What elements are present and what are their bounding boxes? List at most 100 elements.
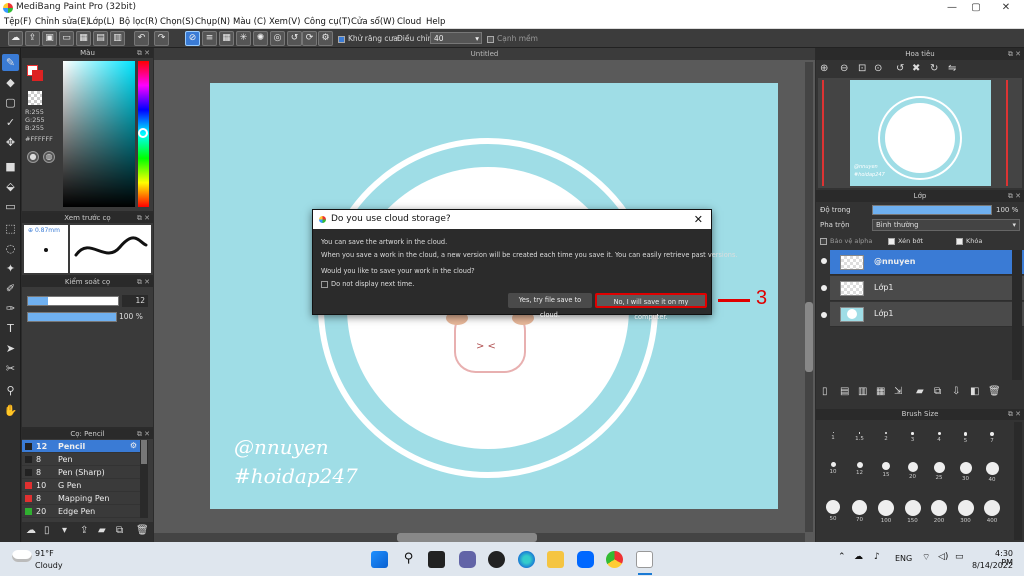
palette-icon[interactable]: ● — [27, 151, 39, 163]
layer-row[interactable]: Lớp1 — [830, 276, 1024, 301]
canvas-hscrollbar[interactable] — [154, 533, 805, 542]
brush-size-option[interactable]: 25 — [926, 462, 952, 481]
menu-edit[interactable]: Chỉnh sửa(E) — [35, 17, 89, 27]
cross-snap-icon[interactable]: ▦ — [219, 31, 234, 46]
brush-size-option[interactable]: 4 — [926, 432, 952, 443]
text-tool-icon[interactable]: T — [2, 320, 19, 337]
canvas-vscrollbar[interactable] — [805, 62, 813, 532]
actual-size-icon[interactable]: ⊙ — [874, 63, 882, 74]
brush-tool-icon[interactable]: ✎ — [2, 54, 19, 71]
brush-item-pen[interactable]: 8 Pen — [22, 453, 140, 466]
magic-wand-icon[interactable]: ✦ — [2, 260, 19, 277]
brush-size-option[interactable]: 15 — [873, 462, 899, 478]
rect-select-icon[interactable]: ▢ — [2, 94, 19, 111]
scrollbar-thumb[interactable] — [805, 302, 813, 372]
transparent-swatch[interactable] — [28, 91, 42, 105]
folder-icon[interactable]: ▰ — [98, 525, 106, 536]
no-snap-icon[interactable]: ⊘ — [185, 31, 200, 46]
panel-close-icon[interactable]: ⧉ ✕ — [137, 213, 150, 223]
brush-item-pen-sharp[interactable]: 8 Pen (Sharp) — [22, 466, 140, 479]
copy-brush-icon[interactable]: ⧉ — [116, 525, 123, 536]
medibang-icon[interactable] — [636, 551, 653, 568]
secondary-color-swatch[interactable] — [32, 70, 43, 81]
brush-size-option[interactable]: 10 — [820, 462, 846, 475]
clock-date[interactable]: 8/14/2022 — [971, 561, 1013, 570]
battery-icon[interactable]: ▭ — [955, 552, 964, 562]
cloud-brush-icon[interactable]: ☁ — [26, 525, 36, 536]
smooth-checkbox[interactable]: Cạnh mềm — [487, 34, 538, 43]
layer-scrollbar[interactable] — [1012, 250, 1022, 380]
select-eraser-icon[interactable]: ✑ — [2, 300, 19, 317]
scrollbar-thumb[interactable] — [397, 533, 537, 542]
gradient-tool-icon[interactable]: ▭ — [2, 198, 19, 215]
panel-close-icon[interactable]: ⧉ ✕ — [1008, 190, 1021, 202]
brush-item-pencil[interactable]: 12 Pencil ⚙ — [22, 440, 140, 453]
fit-icon[interactable]: ⊡ — [858, 63, 866, 74]
duplicate-layer-icon[interactable]: ⧉ — [934, 386, 941, 397]
hue-handle[interactable] — [138, 128, 148, 138]
mic-icon[interactable]: ♪ — [874, 552, 880, 562]
brush-size-slider[interactable] — [27, 296, 119, 306]
wifi-icon[interactable]: ⌔ — [922, 552, 930, 563]
save-icon[interactable]: ▣ — [42, 31, 57, 46]
panel-close-icon[interactable]: ⧉ ✕ — [137, 429, 150, 439]
rotate-left-icon[interactable]: ↺ — [896, 63, 904, 74]
hand-tool-icon[interactable]: ✋ — [2, 402, 19, 419]
brush-size-option[interactable]: 100 — [873, 500, 899, 524]
clip-checkbox[interactable]: Xén bớt — [888, 237, 923, 245]
brush-item-g-pen[interactable]: 10 G Pen — [22, 479, 140, 492]
document-tab[interactable]: Untitled — [154, 48, 815, 60]
layer-opacity-slider[interactable] — [872, 205, 992, 215]
layer-row[interactable]: @nnuyen ⚙ — [830, 250, 1024, 275]
do-not-display-checkbox[interactable]: Do not display next time. — [321, 280, 414, 288]
rotate-right-icon[interactable]: ↻ — [930, 63, 938, 74]
select-pen-icon[interactable]: ✐ — [2, 280, 19, 297]
parallel-snap-icon[interactable]: ≡ — [202, 31, 217, 46]
rotate-snap-icon[interactable]: ⟳ — [302, 31, 317, 46]
lock-checkbox[interactable]: Khóa — [956, 237, 982, 245]
brush-item-edge-pen[interactable]: 20 Edge Pen — [22, 505, 140, 518]
curve-snap-icon[interactable]: ↺ — [287, 31, 302, 46]
brush-size-option[interactable]: 50 — [820, 500, 846, 522]
menu-help[interactable]: Help — [426, 17, 445, 27]
flip-icon[interactable]: ⇋ — [948, 63, 956, 74]
brush-size-value[interactable]: 12 — [122, 295, 148, 307]
window-icon[interactable]: ▥ — [110, 31, 125, 46]
cloud-icon[interactable]: ☁ — [8, 31, 23, 46]
menu-color[interactable]: Màu (C) — [233, 17, 266, 27]
menu-file[interactable]: Tệp(F) — [4, 17, 31, 27]
dell-icon[interactable] — [488, 551, 505, 568]
brush-size-option[interactable]: 400 — [979, 500, 1005, 524]
brush-size-option[interactable]: 30 — [953, 462, 979, 482]
edge-icon[interactable] — [518, 551, 535, 568]
brush-size-option[interactable]: 5 — [953, 432, 979, 444]
brush-size-option[interactable]: 150 — [900, 500, 926, 524]
add-brush-icon[interactable]: ▯ — [44, 525, 50, 536]
brush-size-option[interactable]: 7 — [979, 432, 1005, 444]
eraser-tool-icon[interactable]: ◆ — [2, 74, 19, 91]
menu-select[interactable]: Chọn(S) — [160, 17, 194, 27]
undo-icon[interactable]: ↶ — [134, 31, 149, 46]
merge-layer-icon[interactable]: ⇩ — [952, 386, 960, 397]
brush-size-scrollbar[interactable] — [1014, 422, 1022, 540]
chevron-up-icon[interactable]: ⌃ — [838, 552, 846, 562]
panel-icon[interactable]: ▤ — [93, 31, 108, 46]
zalo-icon[interactable] — [577, 551, 594, 568]
brush-size-option[interactable]: 200 — [926, 500, 952, 524]
brush-size-option[interactable]: 300 — [953, 500, 979, 524]
move-tool-icon[interactable]: ✥ — [2, 134, 19, 151]
brush-size-option[interactable]: 1.5 — [847, 432, 873, 442]
chat-icon[interactable] — [459, 551, 476, 568]
layer-menu-icon[interactable]: ⇲ — [894, 386, 902, 397]
brush-size-option[interactable]: 2 — [873, 432, 899, 442]
eyedropper-icon[interactable]: ⚲ — [2, 382, 19, 399]
layer-row[interactable]: Lớp1 — [830, 302, 1024, 327]
menu-window[interactable]: Cửa sổ(W) — [351, 17, 395, 27]
brush-size-option[interactable]: 20 — [900, 462, 926, 480]
circle-snap-icon[interactable]: ◎ — [270, 31, 285, 46]
brush-size-option[interactable]: 40 — [979, 462, 1005, 483]
menu-cloud[interactable]: Cloud — [397, 17, 421, 27]
select-tool-icon[interactable]: ⬚ — [2, 220, 19, 237]
brush-opacity-slider[interactable] — [27, 312, 117, 322]
new-8bit-layer-icon[interactable]: ▥ — [858, 386, 867, 397]
